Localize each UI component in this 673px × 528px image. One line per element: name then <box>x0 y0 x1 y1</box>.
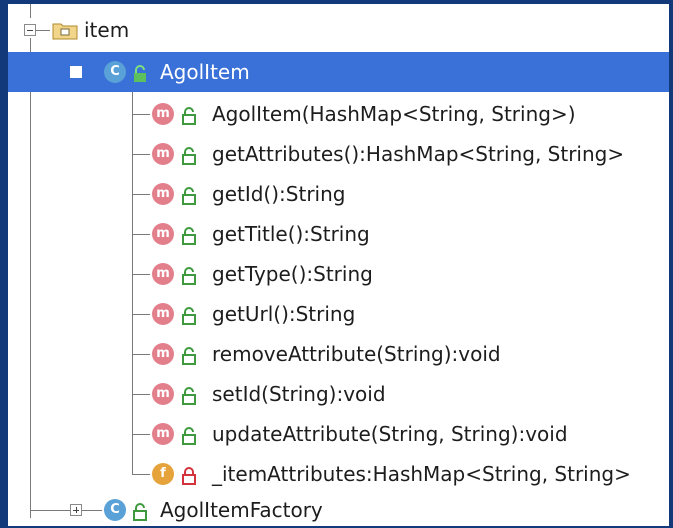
method-label: getId():String <box>212 182 346 206</box>
tree-row-package[interactable]: item <box>8 10 669 50</box>
public-access-icon <box>182 426 196 445</box>
tree-row-method[interactable]: m getTitle():String <box>8 214 669 254</box>
tree-row-method[interactable]: m getUrl():String <box>8 294 669 334</box>
tree-guide-sibling <box>30 510 102 511</box>
public-access-icon <box>182 386 196 405</box>
method-label: setId(String):void <box>212 382 386 406</box>
method-label: getUrl():String <box>212 302 356 326</box>
public-access-icon <box>182 226 196 245</box>
method-label: getTitle():String <box>212 222 370 246</box>
public-access-icon <box>182 146 196 165</box>
tree-guide-member <box>132 234 150 235</box>
collapse-toggle[interactable] <box>24 24 36 36</box>
method-icon: m <box>152 343 174 365</box>
method-icon: m <box>152 303 174 325</box>
tree-row-method[interactable]: m updateAttribute(String, String):void <box>8 414 669 454</box>
outline-panel: item C AgolItem m AgolItem(HashMap<String… <box>8 4 669 526</box>
tree-guide-member <box>132 434 150 435</box>
class-label: AgolItem <box>160 60 250 84</box>
method-label: getAttributes():HashMap<String, String> <box>212 142 625 166</box>
tree-guide-member <box>132 154 150 155</box>
public-access-icon <box>182 346 196 365</box>
method-icon: m <box>152 223 174 245</box>
public-access-icon <box>182 306 196 325</box>
tree-row-method[interactable]: m removeAttribute(String):void <box>8 334 669 374</box>
collapse-toggle[interactable] <box>70 66 82 78</box>
class-icon: C <box>104 61 126 83</box>
public-access-icon <box>182 106 196 125</box>
field-icon: f <box>152 463 174 485</box>
method-label: getType():String <box>212 262 373 286</box>
public-access-icon <box>133 502 147 521</box>
private-access-icon <box>182 466 196 485</box>
package-label: item <box>84 18 130 42</box>
class-label: AgolItemFactory <box>160 498 323 522</box>
method-icon: m <box>152 423 174 445</box>
tree-guide-member <box>132 194 150 195</box>
window-frame: item C AgolItem m AgolItem(HashMap<String… <box>0 0 673 528</box>
public-access-icon <box>182 266 196 285</box>
tree-guide-member <box>132 314 150 315</box>
tree-row-class-agolitem[interactable]: C AgolItem <box>8 52 669 92</box>
method-icon: m <box>152 103 174 125</box>
method-icon: m <box>152 263 174 285</box>
method-label: removeAttribute(String):void <box>212 342 501 366</box>
field-label: _itemAttributes:HashMap<String, String> <box>212 462 631 486</box>
tree-row-method[interactable]: m getAttributes():HashMap<String, String> <box>8 134 669 174</box>
method-icon: m <box>152 143 174 165</box>
tree-guide-member <box>132 274 150 275</box>
method-label: updateAttribute(String, String):void <box>212 422 568 446</box>
tree-row-method[interactable]: m AgolItem(HashMap<String, String>) <box>8 94 669 134</box>
tree-guide-member <box>132 474 150 475</box>
tree-row-field[interactable]: f _itemAttributes:HashMap<String, String> <box>8 454 669 494</box>
method-label: AgolItem(HashMap<String, String>) <box>212 102 576 126</box>
method-icon: m <box>152 183 174 205</box>
class-icon: C <box>104 499 126 521</box>
tree-row-method[interactable]: m getId():String <box>8 174 669 214</box>
structure-tree: item C AgolItem m AgolItem(HashMap<String… <box>8 4 669 526</box>
expand-toggle[interactable] <box>70 504 82 516</box>
folder-package-icon <box>52 20 78 40</box>
tree-row-method[interactable]: m getType():String <box>8 254 669 294</box>
tree-guide-member <box>132 354 150 355</box>
tree-row-method[interactable]: m setId(String):void <box>8 374 669 414</box>
public-access-icon <box>133 64 147 82</box>
tree-row-class-agolitemfactory[interactable]: C AgolItemFactory <box>8 490 669 526</box>
method-icon: m <box>152 383 174 405</box>
public-access-icon <box>182 186 196 205</box>
tree-guide-member <box>132 394 150 395</box>
tree-guide-member <box>132 114 150 115</box>
